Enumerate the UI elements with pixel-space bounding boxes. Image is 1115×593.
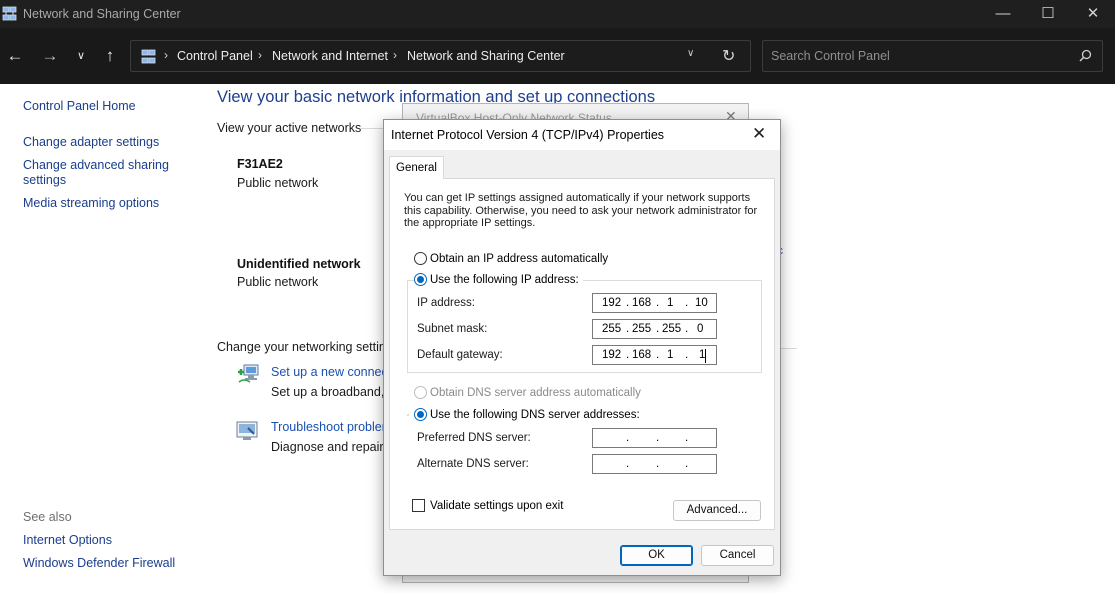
validate-checkbox[interactable] xyxy=(412,499,425,512)
search-box[interactable] xyxy=(762,40,1103,72)
breadcrumb[interactable]: › Control Panel › Network and Internet ›… xyxy=(130,40,751,72)
ip-octet: 1 xyxy=(667,349,674,361)
control-panel-icon xyxy=(141,49,156,64)
alternate-dns-field[interactable]: . . . xyxy=(592,454,717,474)
breadcrumb-network-and-sharing-center[interactable]: Network and Sharing Center xyxy=(407,49,565,63)
radio-label: Use the following IP address: xyxy=(430,273,579,286)
address-dropdown-icon[interactable]: ∨ xyxy=(687,48,694,59)
nav-change-adapter-settings[interactable]: Change adapter settings xyxy=(23,135,159,149)
task-setup-connection-desc: Set up a broadband, c xyxy=(271,385,395,399)
ip-octet: 1 xyxy=(667,297,674,309)
subnet-mask-label: Subnet mask: xyxy=(417,323,488,335)
radio-label: Obtain an IP address automatically xyxy=(430,252,609,265)
breadcrumb-separator[interactable]: › xyxy=(393,48,397,62)
title-bar: Network and Sharing Center — ☐ ✕ xyxy=(0,0,1115,28)
change-settings-label: Change your networking setting xyxy=(217,340,393,354)
ip-octet: 168 xyxy=(632,349,652,361)
ip-address-field[interactable]: 192 . 168 . 1 . 10 xyxy=(592,293,717,313)
ip-octet: 255 xyxy=(602,323,622,335)
ipv4-properties-dialog: Internet Protocol Version 4 (TCP/IPv4) P… xyxy=(383,119,781,576)
new-connection-icon xyxy=(238,364,259,383)
link-windows-defender-firewall[interactable]: Windows Defender Firewall xyxy=(23,556,175,570)
dialog-title-bar: Internet Protocol Version 4 (TCP/IPv4) P… xyxy=(384,120,780,150)
general-tab-panel: You can get IP settings assigned automat… xyxy=(389,178,775,530)
ip-octet: 192 xyxy=(602,297,622,309)
network-category: Public network xyxy=(237,176,319,190)
dialog-close-icon[interactable]: ✕ xyxy=(752,124,766,144)
recent-locations-button[interactable]: ∨ xyxy=(70,46,92,68)
radio-obtain-dns-auto[interactable]: Obtain DNS server address automatically xyxy=(414,386,645,399)
maximize-button[interactable]: ☐ xyxy=(1025,0,1071,28)
network-category: Public network xyxy=(237,275,319,289)
octet-dot: . xyxy=(626,458,630,470)
radio-button-disabled[interactable] xyxy=(414,386,427,399)
task-troubleshoot-desc: Diagnose and repair n xyxy=(271,440,394,454)
nav-change-advanced-sharing[interactable]: Change advanced sharing xyxy=(23,158,169,172)
preferred-dns-field[interactable]: . . . xyxy=(592,428,717,448)
alternate-dns-label: Alternate DNS server: xyxy=(417,458,529,470)
tab-general[interactable]: General xyxy=(389,156,444,179)
ip-address-label: IP address: xyxy=(417,297,475,309)
search-input[interactable] xyxy=(771,47,1071,65)
network-center-icon xyxy=(2,6,17,21)
forward-button[interactable]: → xyxy=(39,46,61,68)
subnet-mask-field[interactable]: 255 . 255 . 255 . 0 xyxy=(592,319,717,339)
back-button[interactable]: ← xyxy=(4,46,26,68)
radio-label: Obtain DNS server address automatically xyxy=(430,386,641,399)
octet-dot: . xyxy=(656,432,660,444)
search-icon[interactable] xyxy=(1077,48,1093,64)
window-title: Network and Sharing Center xyxy=(23,7,181,21)
nav-control-panel-home[interactable]: Control Panel Home xyxy=(23,99,136,113)
up-button[interactable]: ↑ xyxy=(99,46,121,68)
see-also-heading: See also xyxy=(23,510,72,524)
link-internet-options[interactable]: Internet Options xyxy=(23,533,112,547)
task-setup-connection-link[interactable]: Set up a new connect xyxy=(271,365,391,379)
refresh-icon[interactable]: ↻ xyxy=(722,46,735,66)
ok-button[interactable]: OK xyxy=(620,545,693,566)
cancel-button[interactable]: Cancel xyxy=(701,545,774,566)
minimize-button[interactable]: — xyxy=(980,0,1026,28)
breadcrumb-network-and-internet[interactable]: Network and Internet xyxy=(272,49,388,63)
nav-media-streaming-options[interactable]: Media streaming options xyxy=(23,196,159,210)
octet-dot: . xyxy=(626,432,630,444)
ip-octet: 0 xyxy=(697,323,704,335)
radio-label: Use the following DNS server addresses: xyxy=(430,408,640,421)
text-cursor xyxy=(705,349,706,363)
validate-label: Validate settings upon exit xyxy=(430,499,564,512)
default-gateway-label: Default gateway: xyxy=(417,349,503,361)
dns-group xyxy=(407,414,409,416)
preferred-dns-label: Preferred DNS server: xyxy=(417,432,531,444)
breadcrumb-separator[interactable]: › xyxy=(164,48,168,62)
nav-change-advanced-sharing-cont[interactable]: settings xyxy=(23,173,66,187)
close-window-button[interactable]: ✕ xyxy=(1070,0,1115,28)
active-networks-label: View your active networks xyxy=(217,121,362,135)
address-toolbar: ← → ∨ ↑ › Control Panel › Network and In… xyxy=(0,28,1115,84)
validate-settings-checkbox-row[interactable]: Validate settings upon exit xyxy=(412,499,563,512)
radio-button-selected[interactable] xyxy=(414,408,427,421)
network-name: Unidentified network xyxy=(237,257,361,271)
ip-octet: 192 xyxy=(602,349,622,361)
radio-button-selected[interactable] xyxy=(414,273,427,286)
troubleshoot-icon xyxy=(236,421,258,440)
ip-octet: 168 xyxy=(632,297,652,309)
task-troubleshoot-link[interactable]: Troubleshoot problen xyxy=(271,420,389,434)
ip-octet: 255 xyxy=(662,323,682,335)
breadcrumb-separator[interactable]: › xyxy=(258,48,262,62)
default-gateway-field[interactable]: 192 . 168 . 1 . 1 xyxy=(592,345,717,365)
radio-use-following-ip[interactable]: Use the following IP address: xyxy=(414,273,583,286)
radio-use-following-dns[interactable]: Use the following DNS server addresses: xyxy=(414,408,644,421)
dialog-intro-text: You can get IP settings assigned automat… xyxy=(404,192,758,229)
octet-dot: . xyxy=(656,458,660,470)
dialog-title: Internet Protocol Version 4 (TCP/IPv4) P… xyxy=(391,128,665,142)
ip-octet: 10 xyxy=(695,297,708,309)
advanced-button[interactable]: Advanced... xyxy=(673,500,761,521)
ip-octet: 255 xyxy=(632,323,652,335)
breadcrumb-control-panel[interactable]: Control Panel xyxy=(177,49,253,63)
network-name: F31AE2 xyxy=(237,157,283,171)
octet-dot: . xyxy=(685,432,689,444)
radio-obtain-ip-auto[interactable]: Obtain an IP address automatically xyxy=(414,252,613,265)
octet-dot: . xyxy=(685,458,689,470)
section-divider xyxy=(780,348,797,349)
radio-button[interactable] xyxy=(414,252,427,265)
